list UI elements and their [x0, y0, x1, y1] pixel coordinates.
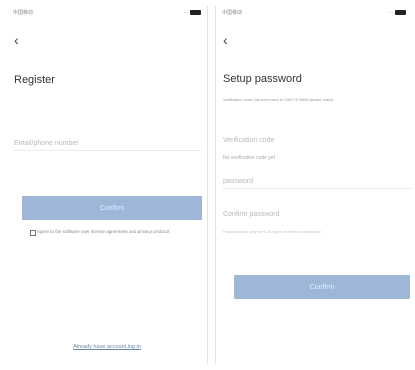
confirm-password-input[interactable]: Confirm password	[223, 211, 412, 221]
status-bar: 中国移动 ...	[13, 9, 201, 17]
email-phone-input[interactable]: Email/phone number	[14, 140, 201, 151]
register-screen: 中国移动 ... ‹ Register Email/phone number C…	[7, 6, 208, 364]
confirm-button[interactable]: Confirm	[234, 275, 410, 299]
login-link[interactable]: Already have account,log in	[7, 344, 207, 350]
battery-icon	[395, 9, 406, 15]
agreement-text[interactable]: Agree to the software user license agree…	[37, 229, 169, 234]
status-right: ...	[389, 9, 406, 15]
confirm-button[interactable]: Confirm	[22, 196, 202, 220]
status-signal: ...	[183, 9, 188, 15]
back-arrow-icon[interactable]: ‹	[14, 33, 19, 47]
battery-icon	[190, 9, 201, 15]
setup-password-screen: 中国移动 ... ‹ Setup password Verification c…	[215, 6, 412, 364]
page-title: Setup password	[223, 73, 302, 85]
verification-code-input[interactable]: Verification code	[223, 137, 412, 147]
status-right: ...	[184, 9, 201, 15]
status-signal: ...	[388, 9, 393, 15]
agreement-row: Agree to the software user license agree…	[30, 229, 207, 236]
status-carrier: 中国移动	[222, 10, 243, 16]
code-sent-notice: Verification code has been sent to 13877…	[223, 97, 334, 102]
agreement-checkbox[interactable]	[30, 230, 36, 236]
page-title: Register	[14, 74, 55, 86]
password-input[interactable]: password	[223, 178, 412, 189]
status-carrier: 中国移动	[13, 10, 34, 16]
back-arrow-icon[interactable]: ‹	[223, 33, 228, 47]
password-rule-hint: Password can only be 6-20 digits or lett…	[223, 229, 322, 234]
no-code-link[interactable]: No verification code yet	[223, 155, 275, 161]
status-bar: 中国移动 ...	[222, 9, 406, 17]
